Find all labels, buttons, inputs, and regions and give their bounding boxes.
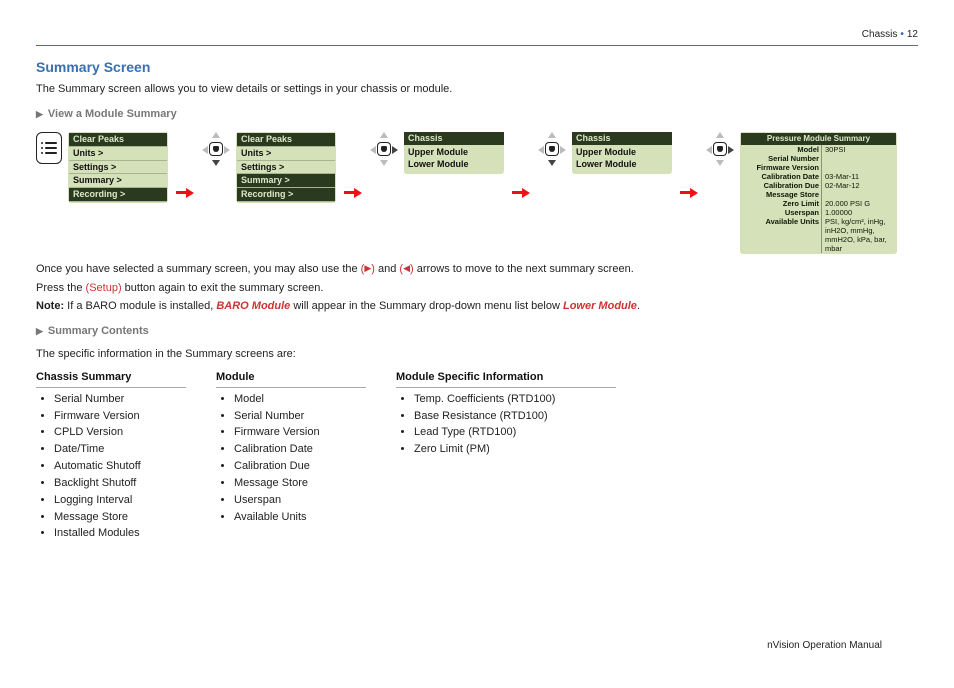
- header-page-number: 12: [907, 28, 918, 42]
- summary-title: Pressure Module Summary: [741, 133, 896, 145]
- list-item: Serial Number: [234, 409, 366, 424]
- list-item: Lower Module: [408, 159, 500, 170]
- list-header: Chassis: [572, 132, 672, 145]
- list-item: Automatic Shutoff: [54, 459, 186, 474]
- arrow-right-icon: [680, 188, 698, 198]
- list-header: Chassis: [404, 132, 504, 145]
- device-screen-list-2: Chassis Upper Module Lower Module: [572, 132, 672, 174]
- device-screen-summary: Pressure Module Summary Model30PSI Seria…: [740, 132, 897, 254]
- subheading-view-module-summary: View a Module Summary: [36, 107, 918, 122]
- menu-item: Summary >: [237, 174, 335, 188]
- header-separator-icon: •: [897, 28, 907, 42]
- menu-item: Clear Peaks: [237, 133, 335, 147]
- footer-text: nVision Operation Manual: [767, 639, 882, 653]
- column-title: Module: [216, 370, 366, 388]
- list-item: Lead Type (RTD100): [414, 425, 616, 440]
- list-item: Zero Limit (PM): [414, 442, 616, 457]
- list-item: Firmware Version: [54, 409, 186, 424]
- note-label: Note:: [36, 300, 64, 312]
- arrow-right-icon: [512, 188, 530, 198]
- list-item: CPLD Version: [54, 425, 186, 440]
- list-item: Upper Module: [408, 147, 500, 158]
- header-section: Chassis: [862, 28, 898, 42]
- menu-item: Recording >: [237, 188, 335, 202]
- list-item: Message Store: [54, 510, 186, 525]
- device-screen-menu-1: Clear Peaks Units > Settings > Summary >…: [68, 132, 168, 203]
- arrow-right-icon: [176, 188, 194, 198]
- dpad-down-icon: [538, 132, 566, 166]
- list-item: Temp. Coefficients (RTD100): [414, 392, 616, 407]
- list-item: Available Units: [234, 510, 366, 525]
- column-module: Module Model Serial Number Firmware Vers…: [216, 370, 366, 543]
- summary-columns: Chassis Summary Serial Number Firmware V…: [36, 370, 918, 543]
- column-title: Module Specific Information: [396, 370, 616, 388]
- arrow-right-icon: [344, 188, 362, 198]
- dpad-down-icon: [202, 132, 230, 166]
- list-item: Calibration Due: [234, 459, 366, 474]
- list-item: Installed Modules: [54, 526, 186, 541]
- triangle-left-icon: ◀: [403, 263, 410, 273]
- device-screen-list-1: Chassis Upper Module Lower Module: [404, 132, 504, 174]
- summary-table: Model30PSI Serial Number Firmware Versio…: [741, 145, 896, 253]
- menu-item: Clear Peaks: [69, 133, 167, 147]
- list-item: Date/Time: [54, 442, 186, 457]
- setup-button-icon: [36, 132, 62, 164]
- list-item: Message Store: [234, 476, 366, 491]
- page-title: Summary Screen: [36, 58, 918, 77]
- note-text: Note: If a BARO module is installed, BAR…: [36, 299, 918, 314]
- contents-intro: The specific information in the Summary …: [36, 347, 918, 362]
- list-item: Backlight Shutoff: [54, 476, 186, 491]
- list-item: Serial Number: [54, 392, 186, 407]
- subheading-summary-contents: Summary Contents: [36, 324, 918, 339]
- menu-item: Units >: [237, 147, 335, 161]
- menu-item: Recording >: [69, 188, 167, 202]
- menu-item: Settings >: [237, 161, 335, 175]
- list-item: Upper Module: [576, 147, 668, 158]
- menu-item: Summary >: [69, 174, 167, 188]
- flow-diagram: Clear Peaks Units > Settings > Summary >…: [36, 132, 918, 254]
- column-chassis-summary: Chassis Summary Serial Number Firmware V…: [36, 370, 186, 543]
- list-item: Userspan: [234, 493, 366, 508]
- device-screen-menu-2: Clear Peaks Units > Settings > Summary >…: [236, 132, 336, 203]
- list-item: Model: [234, 392, 366, 407]
- dpad-right-icon: [370, 132, 398, 166]
- dpad-right-icon: [706, 132, 734, 166]
- list-item: Firmware Version: [234, 425, 366, 440]
- page-header: Chassis • 12: [36, 28, 918, 46]
- column-title: Chassis Summary: [36, 370, 186, 388]
- menu-item: Settings >: [69, 161, 167, 175]
- column-module-specific: Module Specific Information Temp. Coeffi…: [396, 370, 616, 543]
- instruction-exit: Press the (Setup) button again to exit t…: [36, 281, 918, 296]
- list-item: Lower Module: [576, 159, 668, 170]
- menu-item: Units >: [69, 147, 167, 161]
- list-item: Calibration Date: [234, 442, 366, 457]
- list-item: Logging Interval: [54, 493, 186, 508]
- list-item: Base Resistance (RTD100): [414, 409, 616, 424]
- instruction-arrows: Once you have selected a summary screen,…: [36, 262, 918, 277]
- intro-text: The Summary screen allows you to view de…: [36, 82, 918, 97]
